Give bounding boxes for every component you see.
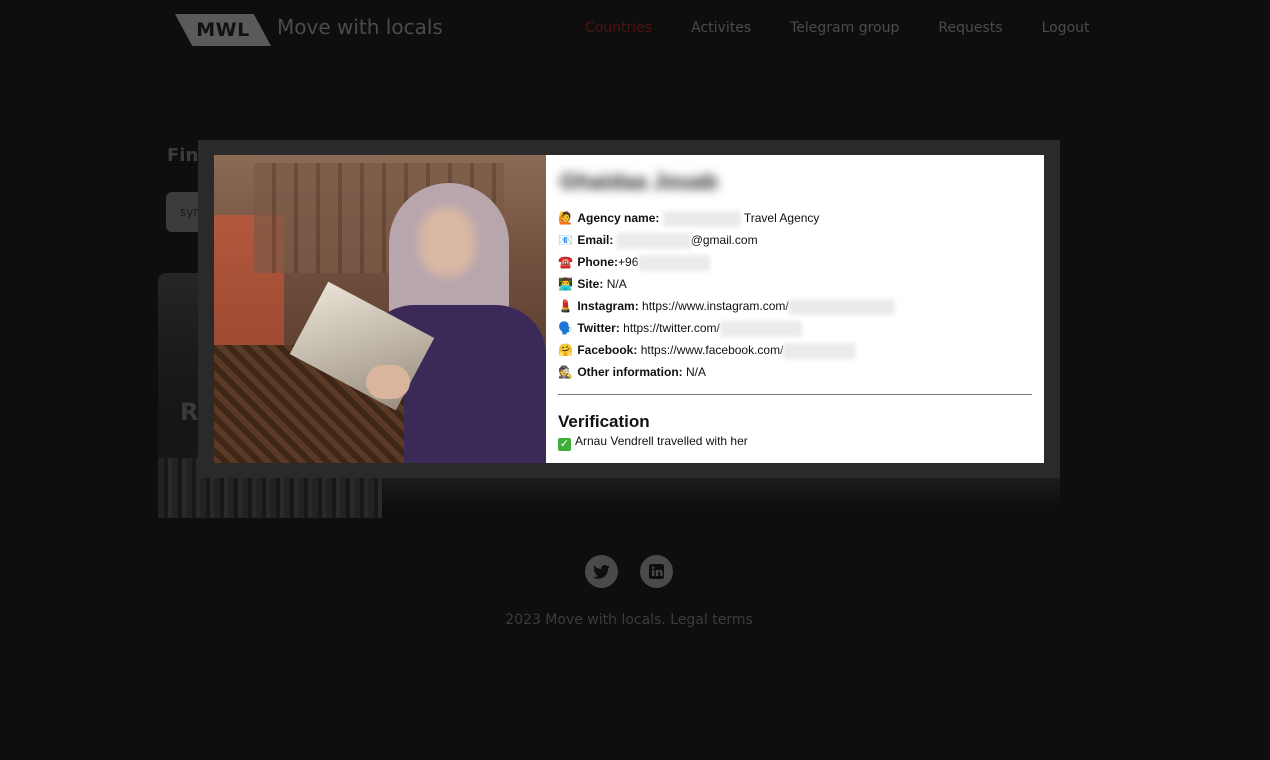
nav-telegram-group[interactable]: Telegram group xyxy=(790,20,899,36)
twitter-icon[interactable] xyxy=(585,555,618,588)
verification-text: Arnau Vendrell travelled with her xyxy=(575,434,748,448)
page-heading: Fin xyxy=(167,145,199,166)
verification-title: Verification xyxy=(558,412,650,431)
verification-entry: ✓ Arnau Vendrell travelled with her xyxy=(558,434,748,451)
facebook-row: 🤗 Facebook: https://www.facebook.com/ xyxy=(558,339,1032,361)
hugging-face-icon: 🤗 xyxy=(558,343,573,357)
main-nav: Countries Activites Telegram group Reque… xyxy=(585,20,1090,36)
nav-activities[interactable]: Activites xyxy=(691,20,751,36)
nav-logout[interactable]: Logout xyxy=(1042,20,1090,36)
agency-value: Travel Agency xyxy=(743,211,820,225)
telephone-icon: ☎️ xyxy=(558,255,573,269)
guide-photo xyxy=(214,155,546,463)
agency-label: Agency name: xyxy=(577,211,660,225)
phone-row: ☎️ Phone:+96 xyxy=(558,251,1032,273)
other-info-value: N/A xyxy=(686,365,707,379)
email-label: Email: xyxy=(577,233,614,247)
site-row: 👨‍💻 Site: N/A xyxy=(558,273,1032,295)
instagram-link[interactable]: https://www.instagram.com/ xyxy=(642,299,789,313)
footer-copyright[interactable]: 2023 Move with locals. Legal terms xyxy=(0,612,1258,628)
twitter-link[interactable]: https://twitter.com/ xyxy=(623,321,720,335)
agency-row: 🙋 Agency name: Travel Agency xyxy=(558,207,1032,229)
facebook-label: Facebook: xyxy=(577,343,638,357)
email-value[interactable]: @gmail.com xyxy=(691,233,758,247)
raising-hand-icon: 🙋 xyxy=(558,211,573,225)
profile-info: Ghaidaa Jouab 🙋 Agency name: Travel Agen… xyxy=(546,155,1044,463)
facebook-link[interactable]: https://www.facebook.com/ xyxy=(641,343,784,357)
other-info-label: Other information: xyxy=(577,365,683,379)
site-value: N/A xyxy=(606,277,627,291)
detective-icon: 🕵️ xyxy=(558,365,573,379)
linkedin-icon[interactable] xyxy=(640,555,673,588)
divider xyxy=(558,394,1032,395)
instagram-label: Instagram: xyxy=(577,299,639,313)
phone-value[interactable]: +96 xyxy=(618,255,638,269)
lipstick-icon: 💄 xyxy=(558,299,573,313)
other-info-row: 🕵️ Other information: N/A xyxy=(558,361,1032,383)
guide-name: Ghaidaa Jouab xyxy=(560,169,718,194)
country-card-title: R xyxy=(180,398,199,426)
speaking-head-icon: 🗣️ xyxy=(558,321,573,335)
email-row: 📧 Email: @gmail.com xyxy=(558,229,1032,251)
brand-name[interactable]: Move with locals xyxy=(277,15,443,39)
instagram-row: 💄 Instagram: https://www.instagram.com/ xyxy=(558,295,1032,317)
profile-card: Ghaidaa Jouab 🙋 Agency name: Travel Agen… xyxy=(214,155,1044,463)
check-mark-icon: ✓ xyxy=(558,438,571,451)
phone-label: Phone: xyxy=(577,255,619,269)
modal-shadow xyxy=(382,478,1060,508)
technologist-icon: 👨‍💻 xyxy=(558,277,573,291)
nav-countries[interactable]: Countries xyxy=(585,20,652,36)
site-label: Site: xyxy=(577,277,604,291)
nav-requests[interactable]: Requests xyxy=(938,20,1002,36)
logo[interactable]: MWL xyxy=(175,14,271,46)
envelope-icon: 📧 xyxy=(558,233,573,247)
profile-modal: Ghaidaa Jouab 🙋 Agency name: Travel Agen… xyxy=(198,140,1060,478)
twitter-row: 🗣️ Twitter: https://twitter.com/ xyxy=(558,317,1032,339)
twitter-label: Twitter: xyxy=(577,321,620,335)
